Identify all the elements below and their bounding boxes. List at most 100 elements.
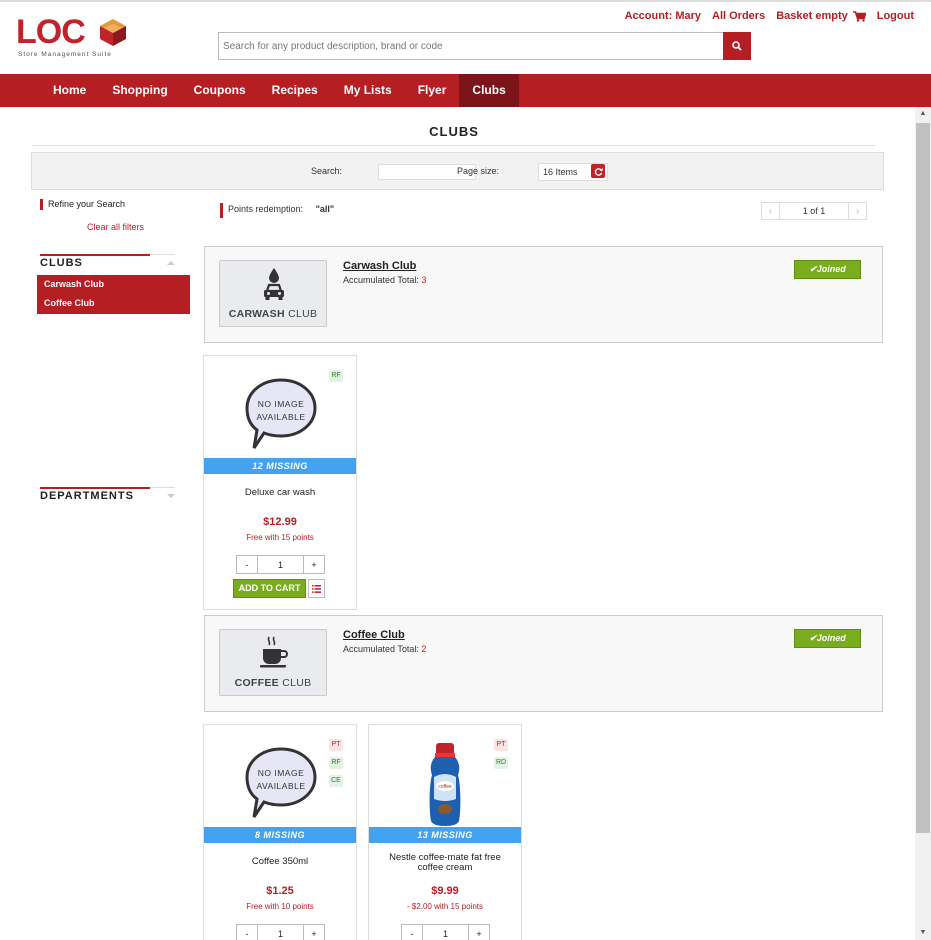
main-nav: Home Shopping Coupons Recipes My Lists F… (0, 74, 931, 107)
car-wash-icon (264, 268, 284, 300)
title-divider (32, 145, 876, 146)
decrease-quantity-button[interactable]: - (402, 925, 422, 940)
refresh-button[interactable] (591, 164, 605, 178)
nav-recipes[interactable]: Recipes (259, 74, 331, 107)
page-indicator: 1 of 1 (779, 203, 849, 219)
departments-filter-title: DEPARTMENTS (40, 490, 134, 502)
logo-text: LOC (16, 13, 86, 51)
basket-link[interactable]: Basket empty (776, 10, 866, 22)
svg-text:coffee: coffee (438, 784, 452, 790)
decrease-quantity-button[interactable]: - (237, 556, 257, 573)
coffee-mate-bottle-image: coffee (429, 743, 461, 826)
sidebar-item-carwash-club[interactable]: Carwash Club (37, 275, 190, 294)
clubs-filter-title: CLUBS (40, 257, 83, 269)
clear-filters-link[interactable]: Clear all filters (87, 222, 144, 232)
no-image-text: NO IMAGE AVAILABLE (256, 399, 306, 422)
missing-badge: 8 MISSING (204, 827, 356, 843)
product-price: $12.99 (263, 516, 297, 528)
points-label: Points redemption: (228, 204, 304, 214)
refresh-icon (594, 167, 603, 176)
logo-subtitle: Store Management Suite (18, 51, 112, 58)
scrollbar-thumb[interactable] (916, 123, 930, 833)
product-card-nestle-coffee-mate: coffee PT RD 13 MISSING Nestle coffee-ma… (368, 724, 522, 940)
scroll-up-arrow[interactable]: ▲ (915, 107, 931, 121)
product-name[interactable]: Coffee 350ml (210, 857, 350, 867)
scroll-down-arrow[interactable]: ▼ (915, 926, 931, 940)
club-name-carwash[interactable]: Carwash Club (343, 260, 416, 272)
club-total-carwash: Accumulated Total: 3 (343, 275, 427, 285)
product-tag-ce: CE (329, 775, 343, 787)
quantity-stepper: - 1 + (401, 924, 490, 940)
all-orders-link[interactable]: All Orders (712, 10, 765, 22)
carwash-club-image[interactable]: CARWASH CLUB (219, 260, 327, 327)
quantity-input[interactable]: 1 (257, 556, 304, 573)
prev-page-button[interactable]: ‹ (762, 203, 779, 219)
filter-bar: Search: Page size: 16 Items (31, 152, 884, 190)
search-label: Search: (311, 166, 343, 176)
nav-shopping[interactable]: Shopping (99, 74, 180, 107)
search-button[interactable] (723, 32, 751, 60)
quantity-stepper: - 1 + (236, 555, 325, 574)
page-title: CLUBS (429, 124, 479, 139)
account-link[interactable]: Account: Mary (625, 10, 701, 22)
nav-clubs[interactable]: Clubs (459, 74, 519, 107)
page-size-label: Page size: (457, 166, 500, 176)
add-to-cart-button[interactable]: ADD TO CART (233, 579, 306, 598)
points-value: "all" (315, 204, 335, 214)
logo-cube-icon (100, 19, 126, 46)
points-offer: - $2.00 with 15 points (406, 902, 484, 911)
points-offer: Free with 10 points (246, 902, 314, 911)
quantity-stepper: - 1 + (236, 924, 325, 940)
chevron-down-icon (167, 494, 175, 498)
product-tag-pt: PT (329, 739, 343, 751)
product-name[interactable]: Deluxe car wash (210, 488, 350, 498)
quantity-input[interactable]: 1 (422, 925, 469, 940)
product-name[interactable]: Nestle coffee-mate fat free coffee cream (383, 853, 507, 873)
chevron-up-icon (167, 261, 175, 265)
quantity-input[interactable]: 1 (257, 925, 304, 940)
logo[interactable]: LOC Store Management Suite (16, 15, 132, 61)
product-tag-pt: PT (494, 739, 508, 751)
coffee-club-image[interactable]: COFFEE CLUB (219, 629, 327, 696)
joined-button-carwash[interactable]: ✔Joined (794, 260, 861, 279)
clubs-filter-heading[interactable]: CLUBS (40, 254, 175, 269)
club-panel-coffee: COFFEE CLUB Coffee Club Accumulated Tota… (204, 615, 883, 712)
decrease-quantity-button[interactable]: - (237, 925, 257, 940)
product-search-input[interactable] (218, 32, 723, 60)
next-page-button[interactable]: › (849, 203, 866, 219)
club-name-coffee[interactable]: Coffee Club (343, 629, 405, 641)
refine-heading: Refine your Search (40, 199, 125, 210)
increase-quantity-button[interactable]: + (304, 925, 324, 940)
basket-label: Basket empty (776, 10, 848, 22)
add-to-list-button[interactable] (308, 579, 325, 598)
nav-my-lists[interactable]: My Lists (331, 74, 405, 107)
increase-quantity-button[interactable]: + (469, 925, 489, 940)
product-price: $1.25 (266, 885, 294, 897)
list-icon (312, 584, 321, 593)
pager: ‹ 1 of 1 › (761, 202, 867, 220)
nav-coupons[interactable]: Coupons (181, 74, 259, 107)
missing-badge: 13 MISSING (369, 827, 521, 843)
club-panel-carwash: CARWASH CLUB Carwash Club Accumulated To… (204, 246, 883, 343)
cart-icon (852, 10, 866, 22)
product-tag-rf: RF (329, 757, 343, 769)
carwash-club-caption: CARWASH CLUB (228, 308, 318, 320)
departments-filter-heading[interactable]: DEPARTMENTS (40, 487, 175, 502)
points-offer: Free with 15 points (246, 533, 314, 542)
no-image-text: NO IMAGE AVAILABLE (256, 768, 306, 791)
joined-button-coffee[interactable]: ✔Joined (794, 629, 861, 648)
sidebar-item-coffee-club[interactable]: Coffee Club (37, 294, 190, 313)
increase-quantity-button[interactable]: + (304, 556, 324, 573)
points-redemption-filter: Points redemption: "all" (220, 203, 334, 218)
logout-link[interactable]: Logout (877, 10, 914, 22)
product-tag-rd: RD (494, 757, 508, 769)
nav-flyer[interactable]: Flyer (405, 74, 460, 107)
coffee-club-caption: COFFEE CLUB (234, 677, 312, 689)
product-price: $9.99 (431, 885, 459, 897)
nav-home[interactable]: Home (40, 74, 99, 107)
missing-badge: 12 MISSING (204, 458, 356, 474)
page-scrollbar[interactable]: ▲ ▼ (915, 107, 931, 940)
search-icon (732, 41, 742, 51)
club-total-value: 3 (421, 275, 427, 285)
club-filter-list: Carwash Club Coffee Club (37, 275, 190, 314)
